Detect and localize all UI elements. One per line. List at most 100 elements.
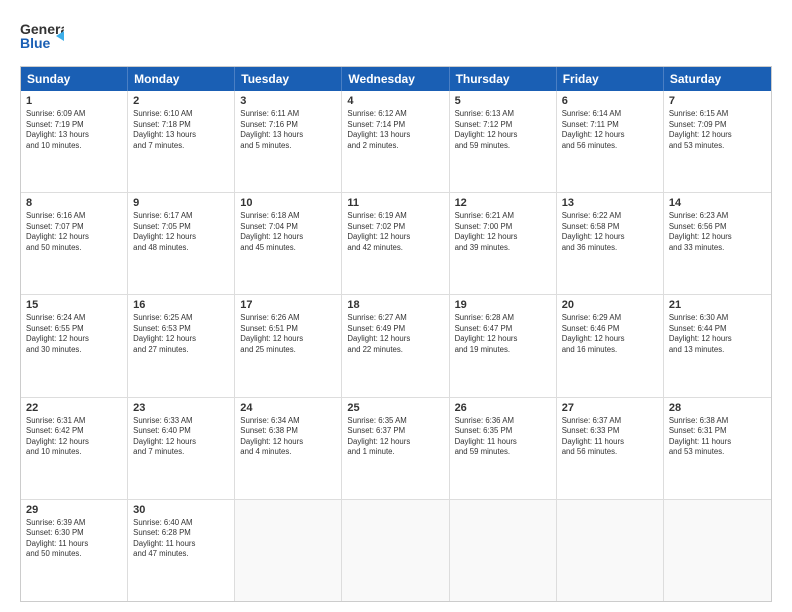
calendar-cell: 28 Sunrise: 6:38 AM Sunset: 6:31 PM Dayli… (664, 398, 771, 499)
cell-day-number: 3 (240, 95, 336, 107)
cell-info: Sunrise: 6:22 AM Sunset: 6:58 PM Dayligh… (562, 211, 658, 253)
calendar-header-cell: Friday (557, 67, 664, 91)
calendar-cell: 16 Sunrise: 6:25 AM Sunset: 6:53 PM Dayli… (128, 295, 235, 396)
cell-day-number: 22 (26, 402, 122, 414)
cell-day-number: 28 (669, 402, 766, 414)
cell-info: Sunrise: 6:10 AM Sunset: 7:18 PM Dayligh… (133, 109, 229, 151)
cell-info: Sunrise: 6:35 AM Sunset: 6:37 PM Dayligh… (347, 416, 443, 458)
calendar-cell: 2 Sunrise: 6:10 AM Sunset: 7:18 PM Daylig… (128, 91, 235, 192)
calendar-cell: 1 Sunrise: 6:09 AM Sunset: 7:19 PM Daylig… (21, 91, 128, 192)
logo: General Blue (20, 16, 64, 56)
cell-info: Sunrise: 6:28 AM Sunset: 6:47 PM Dayligh… (455, 313, 551, 355)
calendar-cell: 24 Sunrise: 6:34 AM Sunset: 6:38 PM Dayli… (235, 398, 342, 499)
calendar-cell: 15Sunrise: 6:24 AM Sunset: 6:55 PM Dayli… (21, 295, 128, 396)
cell-info: Sunrise: 6:26 AM Sunset: 6:51 PM Dayligh… (240, 313, 336, 355)
cell-info: Sunrise: 6:30 AM Sunset: 6:44 PM Dayligh… (669, 313, 766, 355)
cell-day-number: 16 (133, 299, 229, 311)
calendar-cell: 27 Sunrise: 6:37 AM Sunset: 6:33 PM Dayli… (557, 398, 664, 499)
cell-info: Sunrise: 6:27 AM Sunset: 6:49 PM Dayligh… (347, 313, 443, 355)
cell-day-number: 6 (562, 95, 658, 107)
cell-info: Sunrise: 6:13 AM Sunset: 7:12 PM Dayligh… (455, 109, 551, 151)
calendar-cell: 30Sunrise: 6:40 AM Sunset: 6:28 PM Dayli… (128, 500, 235, 601)
cell-day-number: 8 (26, 197, 122, 209)
cell-day-number: 2 (133, 95, 229, 107)
calendar-cell: 29 Sunrise: 6:39 AM Sunset: 6:30 PM Dayli… (21, 500, 128, 601)
logo-icon: General Blue (20, 16, 64, 56)
cell-day-number: 4 (347, 95, 443, 107)
calendar-cell: 18 Sunrise: 6:27 AM Sunset: 6:49 PM Dayli… (342, 295, 449, 396)
cell-info: Sunrise: 6:38 AM Sunset: 6:31 PM Dayligh… (669, 416, 766, 458)
calendar-header-cell: Sunday (21, 67, 128, 91)
calendar-cell: 8Sunrise: 6:16 AM Sunset: 7:07 PM Daylig… (21, 193, 128, 294)
calendar-header-cell: Monday (128, 67, 235, 91)
cell-day-number: 24 (240, 402, 336, 414)
cell-info: Sunrise: 6:33 AM Sunset: 6:40 PM Dayligh… (133, 416, 229, 458)
calendar-cell: 20 Sunrise: 6:29 AM Sunset: 6:46 PM Dayli… (557, 295, 664, 396)
cell-info: Sunrise: 6:34 AM Sunset: 6:38 PM Dayligh… (240, 416, 336, 458)
calendar-week-row: 22 Sunrise: 6:31 AM Sunset: 6:42 PM Dayli… (21, 398, 771, 500)
calendar-cell: 5 Sunrise: 6:13 AM Sunset: 7:12 PM Daylig… (450, 91, 557, 192)
cell-info: Sunrise: 6:19 AM Sunset: 7:02 PM Dayligh… (347, 211, 443, 253)
calendar-cell: 4 Sunrise: 6:12 AM Sunset: 7:14 PM Daylig… (342, 91, 449, 192)
calendar-week-row: 1 Sunrise: 6:09 AM Sunset: 7:19 PM Daylig… (21, 91, 771, 193)
calendar-header-cell: Wednesday (342, 67, 449, 91)
cell-info: Sunrise: 6:21 AM Sunset: 7:00 PM Dayligh… (455, 211, 551, 253)
cell-info: Sunrise: 6:25 AM Sunset: 6:53 PM Dayligh… (133, 313, 229, 355)
calendar-cell (450, 500, 557, 601)
calendar-header: SundayMondayTuesdayWednesdayThursdayFrid… (21, 67, 771, 91)
header: General Blue (20, 16, 772, 56)
calendar-cell: 25 Sunrise: 6:35 AM Sunset: 6:37 PM Dayli… (342, 398, 449, 499)
cell-day-number: 25 (347, 402, 443, 414)
cell-info: Sunrise: 6:29 AM Sunset: 6:46 PM Dayligh… (562, 313, 658, 355)
calendar-cell: 13 Sunrise: 6:22 AM Sunset: 6:58 PM Dayli… (557, 193, 664, 294)
calendar-cell: 23 Sunrise: 6:33 AM Sunset: 6:40 PM Dayli… (128, 398, 235, 499)
calendar-cell: 11 Sunrise: 6:19 AM Sunset: 7:02 PM Dayli… (342, 193, 449, 294)
cell-day-number: 11 (347, 197, 443, 209)
cell-info: Sunrise: 6:18 AM Sunset: 7:04 PM Dayligh… (240, 211, 336, 253)
cell-info: Sunrise: 6:39 AM Sunset: 6:30 PM Dayligh… (26, 518, 122, 560)
cell-day-number: 30 (133, 504, 229, 516)
cell-day-number: 26 (455, 402, 551, 414)
cell-day-number: 20 (562, 299, 658, 311)
cell-day-number: 29 (26, 504, 122, 516)
cell-day-number: 5 (455, 95, 551, 107)
cell-day-number: 17 (240, 299, 336, 311)
calendar-cell: 12Sunrise: 6:21 AM Sunset: 7:00 PM Dayli… (450, 193, 557, 294)
cell-day-number: 15 (26, 299, 122, 311)
cell-info: Sunrise: 6:11 AM Sunset: 7:16 PM Dayligh… (240, 109, 336, 151)
cell-info: Sunrise: 6:09 AM Sunset: 7:19 PM Dayligh… (26, 109, 122, 151)
cell-info: Sunrise: 6:36 AM Sunset: 6:35 PM Dayligh… (455, 416, 551, 458)
cell-info: Sunrise: 6:23 AM Sunset: 6:56 PM Dayligh… (669, 211, 766, 253)
calendar-cell: 21 Sunrise: 6:30 AM Sunset: 6:44 PM Dayli… (664, 295, 771, 396)
calendar-cell: 7Sunrise: 6:15 AM Sunset: 7:09 PM Daylig… (664, 91, 771, 192)
calendar-cell: 19 Sunrise: 6:28 AM Sunset: 6:47 PM Dayli… (450, 295, 557, 396)
cell-day-number: 1 (26, 95, 122, 107)
cell-info: Sunrise: 6:37 AM Sunset: 6:33 PM Dayligh… (562, 416, 658, 458)
calendar-cell: 3 Sunrise: 6:11 AM Sunset: 7:16 PM Daylig… (235, 91, 342, 192)
cell-info: Sunrise: 6:31 AM Sunset: 6:42 PM Dayligh… (26, 416, 122, 458)
page: General Blue SundayMondayTuesdayWednesda… (0, 0, 792, 612)
calendar-header-cell: Tuesday (235, 67, 342, 91)
calendar-cell: 9Sunrise: 6:17 AM Sunset: 7:05 PM Daylig… (128, 193, 235, 294)
cell-day-number: 13 (562, 197, 658, 209)
cell-day-number: 21 (669, 299, 766, 311)
calendar-cell: 6Sunrise: 6:14 AM Sunset: 7:11 PM Daylig… (557, 91, 664, 192)
cell-day-number: 18 (347, 299, 443, 311)
cell-info: Sunrise: 6:17 AM Sunset: 7:05 PM Dayligh… (133, 211, 229, 253)
calendar-cell (557, 500, 664, 601)
calendar-cell: 17 Sunrise: 6:26 AM Sunset: 6:51 PM Dayli… (235, 295, 342, 396)
svg-text:Blue: Blue (20, 35, 51, 51)
cell-day-number: 14 (669, 197, 766, 209)
calendar-body: 1 Sunrise: 6:09 AM Sunset: 7:19 PM Daylig… (21, 91, 771, 601)
calendar-week-row: 29 Sunrise: 6:39 AM Sunset: 6:30 PM Dayli… (21, 500, 771, 601)
calendar-cell: 10 Sunrise: 6:18 AM Sunset: 7:04 PM Dayli… (235, 193, 342, 294)
calendar-header-cell: Thursday (450, 67, 557, 91)
cell-day-number: 27 (562, 402, 658, 414)
calendar-header-cell: Saturday (664, 67, 771, 91)
calendar-cell: 26 Sunrise: 6:36 AM Sunset: 6:35 PM Dayli… (450, 398, 557, 499)
cell-day-number: 19 (455, 299, 551, 311)
cell-info: Sunrise: 6:12 AM Sunset: 7:14 PM Dayligh… (347, 109, 443, 151)
calendar-cell (342, 500, 449, 601)
cell-day-number: 10 (240, 197, 336, 209)
cell-day-number: 23 (133, 402, 229, 414)
